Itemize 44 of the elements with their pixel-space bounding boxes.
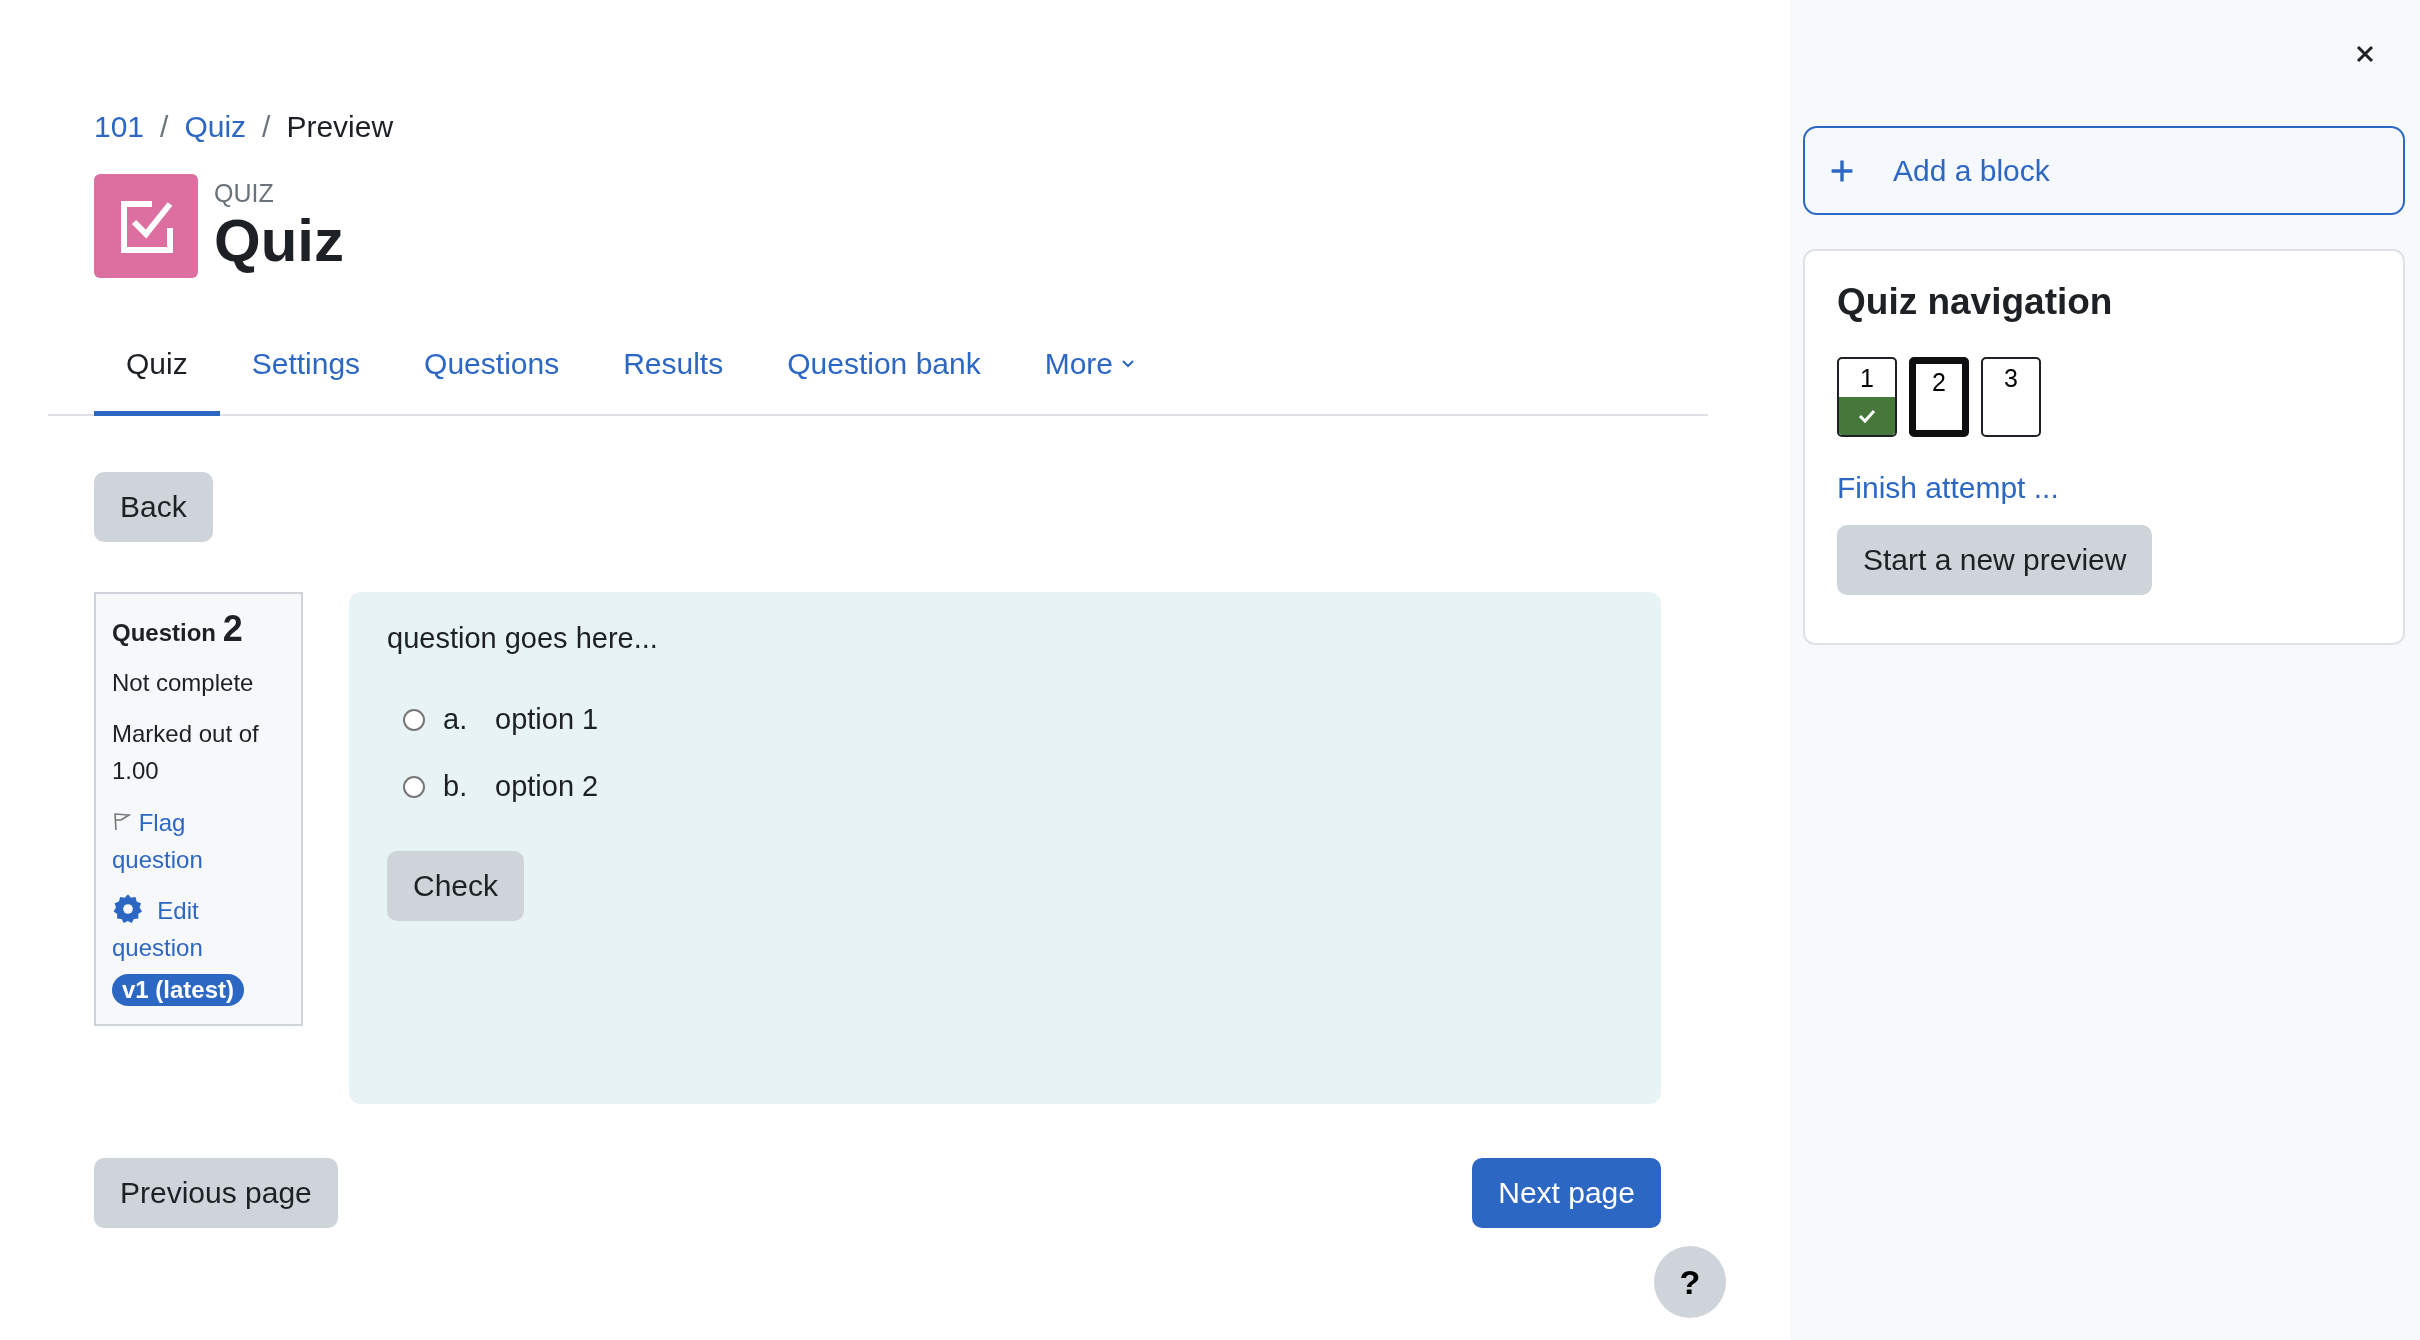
- radio-button[interactable]: [403, 708, 425, 731]
- question-marks: Marked out of 1.00: [112, 719, 260, 787]
- activity-type-label: QUIZ: [214, 178, 275, 208]
- gear-icon: [112, 892, 144, 925]
- checkbox-icon: [94, 174, 198, 278]
- edit-question-link[interactable]: Edit question: [112, 891, 277, 967]
- flag-icon: [112, 810, 132, 831]
- nav-tab[interactable]: Question bank: [755, 333, 1013, 416]
- option-label: option 1: [495, 703, 599, 736]
- question-nav-button[interactable]: 3: [1981, 357, 2041, 437]
- previous-page-button[interactable]: Previous page: [94, 1158, 338, 1228]
- nav-tab[interactable]: Quiz: [94, 333, 220, 416]
- caret-icon: [1121, 359, 1136, 369]
- breadcrumb-current: Preview: [286, 110, 394, 144]
- nav-tab[interactable]: Questions: [392, 333, 592, 416]
- option-letter: a.: [443, 703, 469, 736]
- version-badge: v1 (latest): [112, 974, 245, 1007]
- option-letter: b.: [443, 770, 469, 803]
- back-button[interactable]: Back: [94, 472, 213, 542]
- next-page-button[interactable]: Next page: [1472, 1158, 1661, 1228]
- breadcrumb-link[interactable]: Quiz: [184, 110, 247, 144]
- radio-button[interactable]: [403, 775, 425, 798]
- question-number: Question 2: [112, 608, 243, 650]
- check-icon: [1857, 408, 1877, 424]
- question-nav-button[interactable]: 2: [1909, 357, 1969, 437]
- flag-question-link[interactable]: Flag question: [112, 803, 277, 878]
- finish-attempt-link[interactable]: Finish attempt ...: [1837, 471, 2059, 505]
- question-status: Not complete: [112, 668, 254, 698]
- nav-tab[interactable]: Settings: [219, 333, 393, 416]
- question-nav-button[interactable]: 1: [1837, 357, 1897, 437]
- new-preview-button[interactable]: Start a new preview: [1837, 525, 2153, 595]
- card-title: Quiz navigation: [1837, 281, 2113, 323]
- breadcrumb-link[interactable]: 101: [94, 110, 145, 144]
- option-label: option 2: [495, 770, 599, 803]
- page-title: Quiz: [214, 207, 344, 274]
- nav-tab[interactable]: Results: [591, 333, 756, 416]
- breadcrumb-separator: /: [160, 110, 169, 144]
- more-tab[interactable]: More: [1012, 333, 1168, 416]
- help-button[interactable]: ?: [1654, 1246, 1726, 1318]
- add-block-button[interactable]: Add a block: [1803, 126, 2405, 215]
- close-icon[interactable]: [2355, 44, 2375, 64]
- check-button[interactable]: Check: [387, 851, 525, 921]
- question-text: question goes here...: [387, 622, 659, 655]
- breadcrumb-separator: /: [262, 110, 271, 144]
